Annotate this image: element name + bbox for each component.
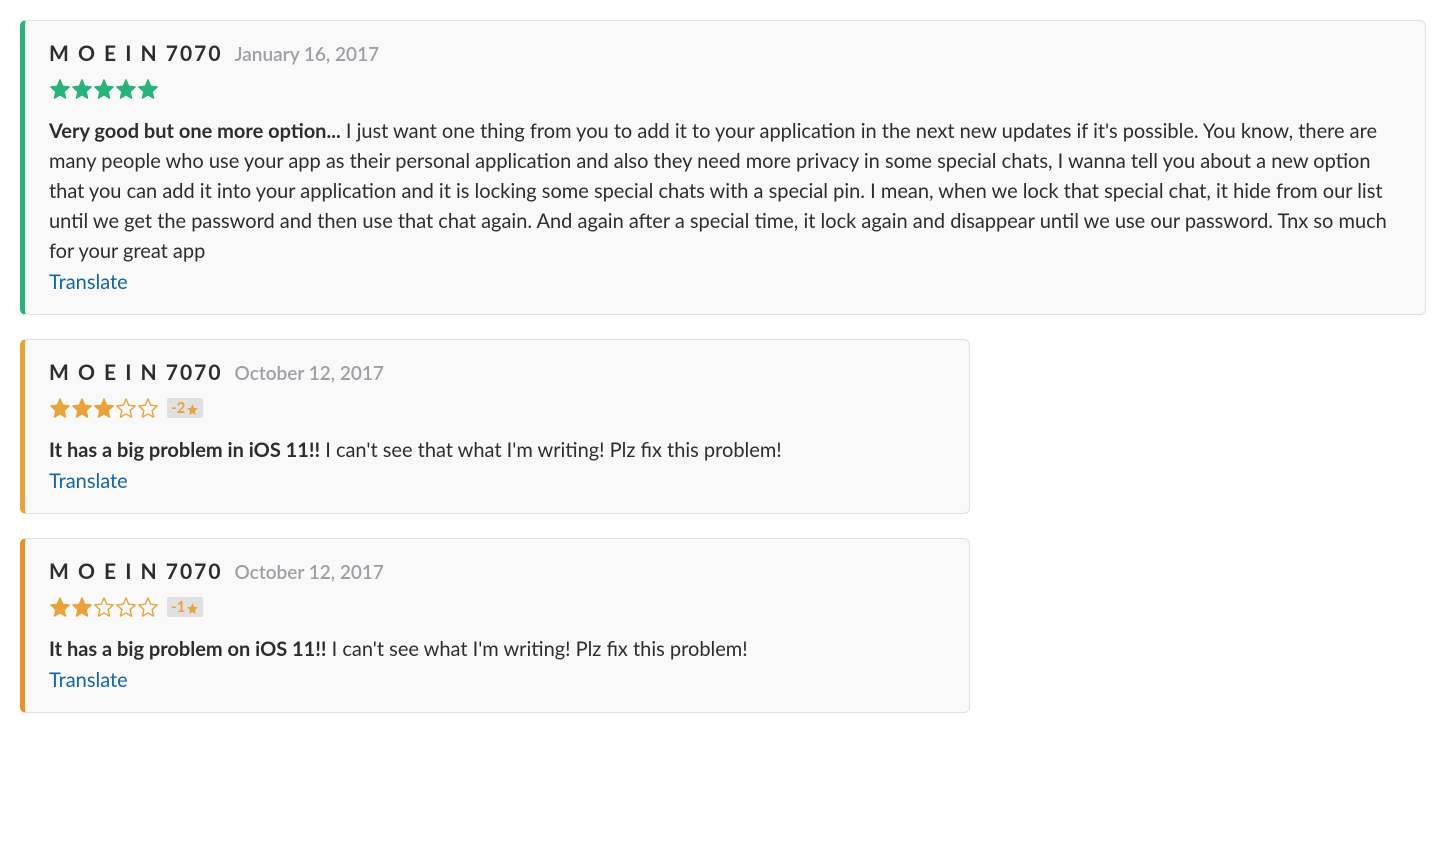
- review-date: January 16, 2017: [235, 43, 380, 66]
- review-title: It has a big problem on iOS 11!!: [49, 637, 327, 661]
- review-body: Very good but one more option... I just …: [49, 116, 1401, 266]
- star-icon: [186, 601, 199, 614]
- rating-delta-value: -2: [171, 399, 185, 417]
- translate-link[interactable]: Translate: [49, 270, 128, 294]
- star-icon: [186, 402, 199, 415]
- stars-row: -1: [49, 596, 945, 618]
- star-icon: [93, 596, 115, 618]
- review-title: It has a big problem in iOS 11!!: [49, 438, 320, 462]
- star-icon: [115, 596, 137, 618]
- star-icon: [49, 78, 71, 100]
- star-rating: [49, 596, 159, 618]
- review-author: M O E I N 7070: [49, 41, 223, 66]
- review-author: M O E I N 7070: [49, 559, 223, 584]
- star-rating: [49, 397, 159, 419]
- review-card: M O E I N 7070 October 12, 2017 -1 It has a…: [20, 538, 970, 713]
- rating-delta-badge: -1: [167, 597, 203, 617]
- star-icon: [93, 78, 115, 100]
- review-author: M O E I N 7070: [49, 360, 223, 385]
- star-icon: [137, 596, 159, 618]
- star-icon: [115, 397, 137, 419]
- review-text: I can't see that what I'm writing! Plz f…: [325, 438, 781, 462]
- review-body: It has a big problem on iOS 11!! I can't…: [49, 634, 945, 664]
- star-icon: [49, 596, 71, 618]
- translate-link[interactable]: Translate: [49, 469, 128, 493]
- star-icon: [49, 397, 71, 419]
- review-date: October 12, 2017: [235, 561, 384, 584]
- review-header: M O E I N 7070 October 12, 2017: [49, 559, 945, 584]
- review-title: Very good but one more option...: [49, 119, 341, 143]
- star-icon: [71, 397, 93, 419]
- star-icon: [71, 78, 93, 100]
- star-icon: [137, 78, 159, 100]
- review-body: It has a big problem in iOS 11!! I can't…: [49, 435, 945, 465]
- review-header: M O E I N 7070 October 12, 2017: [49, 360, 945, 385]
- translate-link[interactable]: Translate: [49, 668, 128, 692]
- stars-row: -2: [49, 397, 945, 419]
- stars-row: [49, 78, 1401, 100]
- rating-delta-value: -1: [171, 598, 185, 616]
- star-icon: [137, 397, 159, 419]
- star-icon: [93, 397, 115, 419]
- rating-delta-badge: -2: [167, 398, 203, 418]
- review-card: M O E I N 7070 January 16, 2017 Very good …: [20, 20, 1426, 315]
- review-date: October 12, 2017: [235, 362, 384, 385]
- review-card: M O E I N 7070 October 12, 2017 -2 It has a…: [20, 339, 970, 514]
- star-icon: [115, 78, 137, 100]
- review-text: I can't see what I'm writing! Plz fix th…: [332, 637, 748, 661]
- star-icon: [71, 596, 93, 618]
- review-header: M O E I N 7070 January 16, 2017: [49, 41, 1401, 66]
- star-rating: [49, 78, 159, 100]
